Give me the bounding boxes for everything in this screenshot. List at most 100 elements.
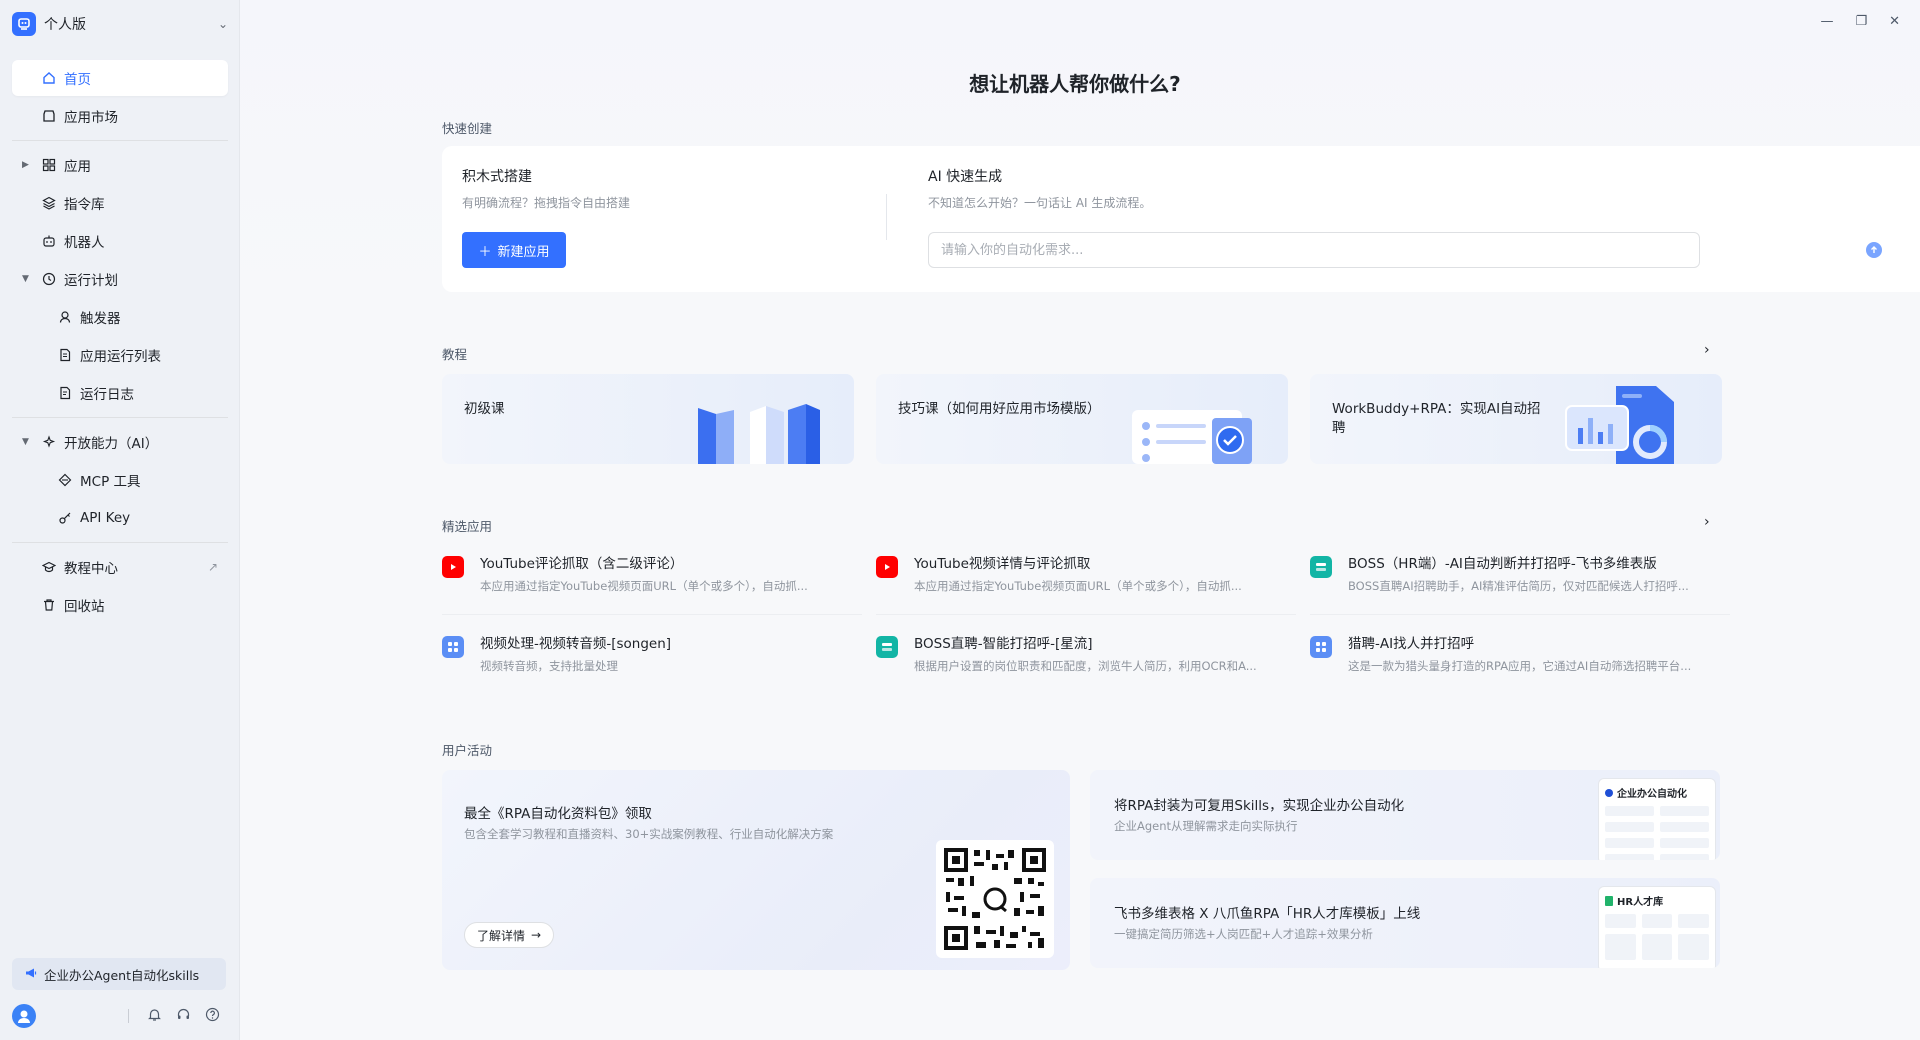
qr-code	[936, 840, 1054, 958]
thumbnail-cell	[1605, 854, 1654, 860]
ai-generate-subtitle: 不知道怎么开始？一句话让 AI 生成流程。	[928, 196, 1152, 210]
thumbnail-title-text: HR人才库	[1617, 897, 1664, 908]
headset-icon[interactable]	[176, 1007, 191, 1026]
sidebar-item-label: 应用市场	[64, 110, 118, 126]
window-controls: — ❐ ✕	[1820, 14, 1900, 29]
list-item[interactable]: YouTube视频详情与评论抓取 本应用通过指定YouTube视频页面URL（单…	[876, 550, 1296, 610]
nav-divider	[12, 140, 228, 141]
list-item[interactable]: 视频处理-视频转音频-[songen] 视频转音频，支持批量处理	[442, 630, 862, 690]
footer-icons	[128, 1007, 228, 1026]
sidebar-item-run-list[interactable]: 应用运行列表	[12, 337, 228, 373]
caret-right-icon: ▶	[22, 160, 29, 170]
sidebar-item-command-library[interactable]: 指令库	[12, 185, 228, 221]
log-icon	[58, 386, 72, 400]
learn-more-label: 了解详情	[477, 928, 526, 943]
sidebar-promo-banner[interactable]: 企业办公Agent自动化skills	[12, 958, 226, 990]
activity-thumbnail: 企业办公自动化	[1598, 778, 1716, 860]
block-build-subtitle: 有明确流程？拖拽指令自由搭建	[462, 196, 631, 210]
list-item[interactable]: YouTube评论抓取（含二级评论） 本应用通过指定YouTube视频页面URL…	[442, 550, 862, 610]
activity-title: 飞书多维表格 X 八爪鱼RPA「HR人才库模板」上线	[1114, 906, 1421, 922]
sidebar-item-label: 触发器	[80, 311, 121, 327]
sidebar-item-label: 应用	[64, 159, 91, 175]
activity-subtitle: 企业Agent从理解需求走向实际执行	[1114, 819, 1298, 833]
footer-divider	[128, 1009, 129, 1023]
help-icon[interactable]	[205, 1007, 220, 1026]
external-link-icon: ↗	[207, 560, 218, 574]
workspace-switcher[interactable]: 个人版 ⌄	[12, 12, 228, 36]
workspace-name: 个人版	[44, 17, 86, 33]
sidebar-item-run-plan[interactable]: ▼ 运行计划	[12, 261, 228, 297]
list-item[interactable]: BOSS直聘-智能打招呼-[星流] 根据用户设置的岗位职责和匹配度，浏览牛人简历…	[876, 630, 1296, 690]
list-item[interactable]: 猎聘-AI找人并打招呼 这是一款为猎头量身打造的RPA应用，它通过AI自动筛选招…	[1310, 630, 1730, 690]
clock-icon	[42, 272, 56, 286]
quick-create-card: 积木式搭建 有明确流程？拖拽指令自由搭建 ＋ 新建应用 AI 快速生成 不知道怎…	[442, 146, 1920, 292]
sidebar-item-tutorial-center[interactable]: 教程中心 ↗	[12, 549, 228, 585]
activity-title: 将RPA封装为可复用Skills，实现企业办公自动化	[1114, 798, 1405, 814]
new-app-button-label: 新建应用	[497, 243, 550, 259]
sidebar-item-triggers[interactable]: 触发器	[12, 299, 228, 335]
caret-down-icon: ▼	[22, 274, 29, 284]
avatar[interactable]	[12, 1004, 36, 1028]
new-app-button[interactable]: ＋ 新建应用	[462, 232, 566, 268]
sidebar-item-api-key[interactable]: API Key	[12, 500, 228, 536]
close-icon[interactable]: ✕	[1889, 14, 1900, 29]
thumbnail-cell	[1641, 934, 1673, 960]
sidebar-item-label: MCP 工具	[80, 474, 141, 490]
send-arrow-icon[interactable]	[1866, 242, 1882, 258]
app-grid-icon	[1310, 636, 1332, 658]
thumbnail-row	[1605, 914, 1710, 928]
nav-divider	[12, 542, 228, 543]
sidebar-item-apps[interactable]: ▶ 应用	[12, 147, 228, 183]
bell-icon[interactable]	[147, 1007, 162, 1026]
quick-create-label: 快速创建	[442, 121, 493, 136]
activity-thumbnail: HR人才库	[1598, 886, 1716, 968]
sidebar-item-robots[interactable]: 机器人	[12, 223, 228, 259]
sidebar-item-label: 运行计划	[64, 273, 118, 289]
tutorials-more-chevron-icon[interactable]: ›	[1704, 342, 1710, 358]
trash-icon	[42, 598, 56, 612]
sidebar-item-app-market[interactable]: 应用市场	[12, 98, 228, 134]
ai-requirement-input[interactable]	[928, 232, 1700, 268]
thumbnail-row	[1605, 854, 1709, 860]
template-check-illustration-icon	[1132, 410, 1252, 464]
block-build-title: 积木式搭建	[462, 169, 532, 185]
boss-logo-icon	[1310, 556, 1332, 578]
featured-more-chevron-icon[interactable]: ›	[1704, 514, 1710, 530]
app-description: 这是一款为猎头量身打造的RPA应用，它通过AI自动筛选招聘平台...	[1348, 659, 1692, 673]
ai-generate-panel: AI 快速生成 不知道怎么开始？一句话让 AI 生成流程。	[928, 166, 1151, 211]
books-illustration-icon	[698, 404, 820, 464]
sidebar-item-label: 首页	[64, 72, 91, 88]
row-divider	[1310, 614, 1730, 615]
robot-icon	[42, 234, 56, 248]
ai-generate-title: AI 快速生成	[928, 169, 1003, 185]
activity-card-rpa-pack[interactable]: 最全《RPA自动化资料包》领取 包含全套学习教程和直播资料、30+实战案例教程、…	[442, 770, 1070, 970]
thumbnail-cell	[1660, 822, 1709, 832]
tutorial-card-workbuddy[interactable]: WorkBuddy+RPA：实现AI自动招聘	[1310, 374, 1722, 464]
minimize-icon[interactable]: —	[1820, 14, 1833, 29]
thumbnail-row	[1605, 838, 1709, 848]
thumbnail-cell	[1678, 934, 1710, 960]
block-build-panel: 积木式搭建 有明确流程？拖拽指令自由搭建	[462, 166, 630, 211]
activity-card-rpa-skills[interactable]: 将RPA封装为可复用Skills，实现企业办公自动化 企业Agent从理解需求走…	[1090, 770, 1720, 860]
sidebar-item-run-log[interactable]: 运行日志	[12, 375, 228, 411]
main-content: — ❐ ✕ 想让机器人帮你做什么? 快速创建 积木式搭建 有明确流程？拖拽指令自…	[240, 0, 1920, 1040]
tutorial-card-tips[interactable]: 技巧课（如何用好应用市场模版）	[876, 374, 1288, 464]
quick-card-divider	[886, 194, 887, 240]
key-icon	[58, 511, 72, 525]
nav-divider	[12, 417, 228, 418]
graduation-cap-icon	[42, 560, 56, 574]
sidebar-item-open-ai[interactable]: ▼ 开放能力（AI）	[12, 424, 228, 460]
sidebar-item-home[interactable]: 首页	[12, 60, 228, 96]
thumbnail-row	[1605, 934, 1710, 960]
app-title: YouTube视频详情与评论抓取	[914, 556, 1091, 572]
tutorial-card-beginner[interactable]: 初级课	[442, 374, 854, 464]
list-item[interactable]: BOSS（HR端）-AI自动判断并打招呼-飞书多维表版 BOSS直聘AI招聘助手…	[1310, 550, 1730, 610]
thumbnail-cell	[1678, 914, 1710, 928]
sidebar-promo-text: 企业办公Agent自动化skills	[44, 967, 200, 983]
sidebar-footer	[12, 1004, 228, 1028]
sidebar-item-mcp-tools[interactable]: MCP 工具	[12, 462, 228, 498]
restore-icon[interactable]: ❐	[1855, 14, 1867, 29]
sidebar-item-recycle-bin[interactable]: 回收站	[12, 587, 228, 623]
learn-more-button[interactable]: 了解详情 →	[464, 922, 555, 948]
activity-card-hr-template[interactable]: 飞书多维表格 X 八爪鱼RPA「HR人才库模板」上线 一键搞定简历筛选+人岗匹配…	[1090, 878, 1720, 968]
